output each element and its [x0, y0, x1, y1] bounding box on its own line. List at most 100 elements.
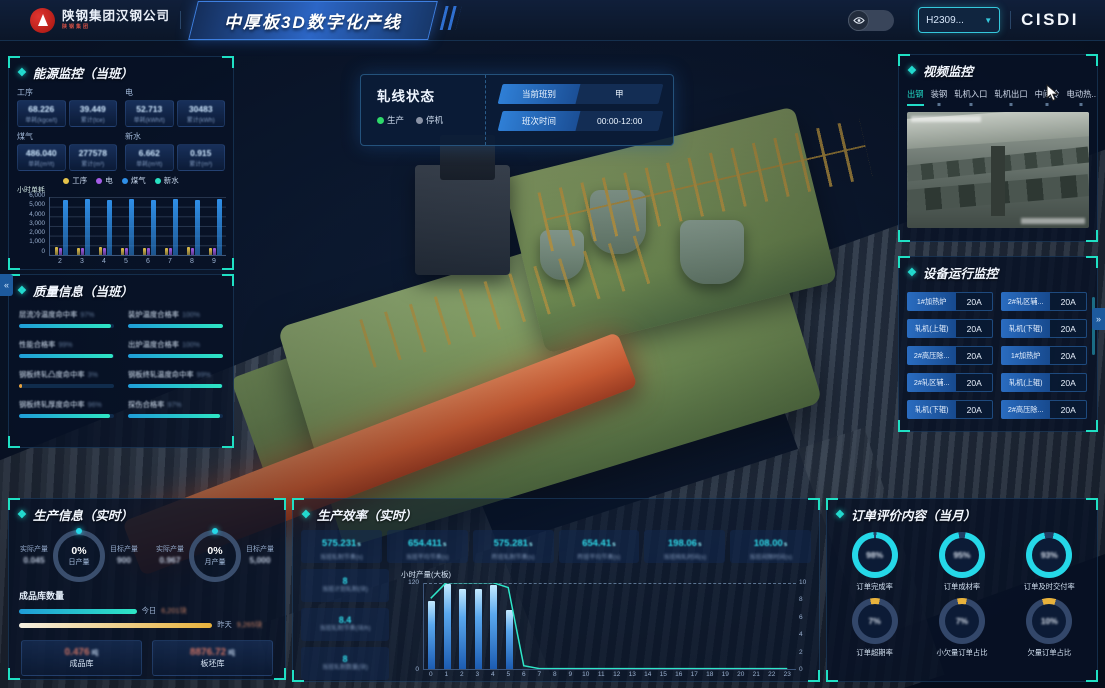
- energy-stat-label: 单耗(m³/t): [127, 159, 172, 168]
- order-metric-label: 订单及时交付率: [1024, 582, 1075, 592]
- energy-bar: [169, 248, 172, 255]
- energy-group: 电52.713单耗(kWh/t)30483累计(kWh): [125, 86, 225, 127]
- y-tick: 2: [799, 649, 813, 656]
- legend-item: 工序: [63, 175, 87, 186]
- quality-metric: 探伤合格率97%: [128, 400, 223, 418]
- x-tick: 9: [563, 671, 579, 678]
- energy-bar: [195, 200, 200, 255]
- energy-bar: [217, 199, 222, 255]
- energy-bar: [121, 248, 124, 255]
- panel-title-row: ❖ 设备运行监控: [899, 257, 1097, 286]
- quality-metric: 性能合格率99%: [19, 340, 114, 358]
- hour-slot: [471, 589, 487, 669]
- order-metric-label: 订单超期率: [856, 648, 892, 658]
- panel-title: 设备运行监控: [923, 263, 998, 282]
- left-panel-collapse-handle[interactable]: «: [0, 274, 13, 296]
- legend-item: 电: [96, 175, 113, 186]
- y-tick: 5,000: [15, 202, 45, 208]
- energy-bar: [103, 248, 106, 255]
- energy-stat-card: 277578累计(m³): [69, 144, 118, 171]
- panel-quality-info: ❖ 质量信息（当班） 层流冷温度命中率97%装炉温度合格率100%性能合格率99…: [8, 274, 234, 448]
- hourly-chart-plot: [423, 583, 796, 670]
- panel-device-monitor: ❖ 设备运行监控 1#加热炉20A2#轧区辅...20A轧机(上辊)20A轧机(…: [898, 256, 1098, 432]
- hour-bar: [490, 585, 497, 669]
- energy-hourly-chart: 小时单耗 6,0005,0004,0003,0002,0001,0000 234…: [15, 187, 227, 271]
- panel-video-monitor: ❖ 视频监控 出钢装钢轧机入口轧机出口中间冷电动热..: [898, 54, 1098, 242]
- x-tick: 19: [718, 671, 734, 678]
- energy-stat-value: 30483: [179, 104, 224, 114]
- diamond-icon: ❖: [907, 266, 917, 279]
- production-ring-block: 实际产量0.9670%月产量目标产量5,000: [156, 530, 274, 582]
- energy-bar: [59, 248, 62, 255]
- energy-group-cards: 52.713单耗(kWh/t)30483累计(kWh): [125, 100, 225, 127]
- quality-progress-fill: [19, 414, 110, 418]
- video-tab-中间冷[interactable]: 中间冷: [1035, 88, 1060, 106]
- inventory-bar-value: 9,265块: [237, 620, 263, 630]
- right-panel-collapse-handle[interactable]: »: [1092, 308, 1105, 330]
- y-tick: 8: [799, 596, 813, 603]
- company-logo-icon: [30, 8, 55, 33]
- energy-bar: [147, 248, 150, 255]
- quality-metric-value: 97%: [80, 312, 94, 319]
- energy-stat-value: 6.662: [127, 148, 172, 158]
- y-tick: 10: [799, 579, 813, 586]
- video-tab-电动热..[interactable]: 电动热..: [1067, 88, 1097, 106]
- x-tick: 12: [609, 671, 625, 678]
- order-metric: 7%订单超期率: [833, 598, 916, 658]
- cctv-video-feed[interactable]: [907, 112, 1089, 228]
- device-value: 20A: [1050, 292, 1087, 311]
- energy-stat-card: 39.449累计(tce): [69, 100, 118, 127]
- panel-production-efficiency: ❖ 生产效率（实时） 575.231s当班轧制节奏(s)654.411s当班平均…: [292, 498, 820, 682]
- video-tab-装钢[interactable]: 装钢: [931, 88, 948, 106]
- video-tab-轧机出口[interactable]: 轧机出口: [994, 88, 1027, 106]
- panel-title-row: ❖ 生产效率（实时）: [293, 499, 819, 528]
- energy-bar: [55, 247, 58, 255]
- energy-group-cards: 6.662单耗(m³/t)0.915累计(m³): [125, 144, 225, 171]
- x-tick: 5: [124, 258, 128, 265]
- energy-stat-label: 累计(kWh): [179, 115, 224, 124]
- panel-title: 订单评价内容（当月）: [851, 505, 976, 524]
- quality-metric-value: 100%: [182, 342, 200, 349]
- energy-group-name: 煤气: [17, 131, 117, 142]
- order-metric: 93% 订单及时交付率: [1008, 532, 1091, 592]
- device-label: 轧机(上辊): [1001, 373, 1050, 392]
- y-tick: 0: [15, 249, 45, 255]
- quality-metric: 出炉温度合格率100%: [128, 340, 223, 358]
- x-tick: 8: [190, 258, 194, 265]
- hour-slot: [424, 601, 440, 669]
- device-reading: 2#高压除...20A: [1001, 400, 1087, 419]
- energy-bar: [191, 248, 194, 255]
- efficiency-stat-card: 575.281s昨班轧制节奏(s): [473, 530, 554, 563]
- order-metric-label: 订单成材率: [944, 582, 980, 592]
- header-divider: [180, 11, 181, 29]
- x-tick: 9: [212, 258, 216, 265]
- device-label: 2#轧区辅...: [1001, 292, 1050, 311]
- order-donut-ring: 93%: [1026, 532, 1072, 578]
- hour-slot: [502, 610, 518, 669]
- line-status-label: 当前班别: [498, 84, 581, 104]
- energy-bar: [209, 248, 212, 255]
- device-value: 20A: [956, 319, 993, 338]
- quality-progress-fill: [128, 384, 222, 388]
- quality-progress-track: [19, 384, 114, 388]
- visibility-toggle[interactable]: [848, 10, 894, 31]
- energy-group-name: 工序: [17, 87, 117, 98]
- heat-number-dropdown[interactable]: H2309... ▼: [918, 7, 1000, 33]
- y-tick: 4,000: [15, 212, 45, 218]
- x-tick: 18: [702, 671, 718, 678]
- inventory-bar-value: 6,201块: [161, 606, 187, 616]
- quality-metric-label: 性能合格率: [19, 340, 55, 350]
- energy-bar-group: [165, 199, 178, 255]
- energy-bar: [99, 247, 102, 255]
- hour-bar: [428, 601, 435, 669]
- order-donut-ring: 95%: [939, 532, 985, 578]
- x-tick: 23: [780, 671, 796, 678]
- quality-metric-label: 出炉温度合格率: [128, 340, 179, 350]
- x-tick: 7: [532, 671, 548, 678]
- x-tick: 22: [764, 671, 780, 678]
- device-value: 20A: [956, 292, 993, 311]
- energy-stat-value: 52.713: [127, 104, 172, 114]
- energy-stat-value: 486.040: [19, 148, 64, 158]
- video-tab-出钢[interactable]: 出钢: [907, 88, 924, 106]
- video-tab-轧机入口[interactable]: 轧机入口: [954, 88, 987, 106]
